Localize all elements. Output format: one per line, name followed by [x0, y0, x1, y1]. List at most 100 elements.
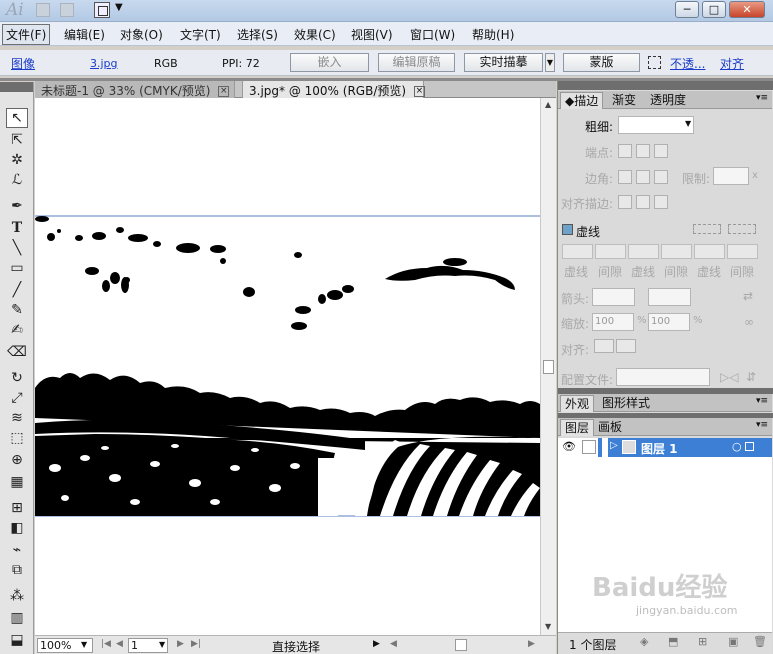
scroll-thumb[interactable] [543, 360, 554, 374]
new-layer-icon[interactable]: ▣ [728, 635, 738, 648]
limit-field[interactable] [713, 167, 749, 185]
panel-menu-icon[interactable]: ▾≡ [756, 420, 768, 430]
trash-icon[interactable]: 🗑 [753, 635, 767, 648]
close-button[interactable]: ✕ [729, 1, 765, 18]
magic-wand-tool-icon[interactable]: ✲ [6, 150, 28, 170]
bevel-join-icon[interactable] [654, 170, 668, 184]
clipping-mask-icon[interactable]: ⬒ [668, 635, 678, 648]
tab-3jpg[interactable]: 3.jpg* @ 100% (RGB/预览) × [242, 81, 425, 98]
eyedropper-tool-icon[interactable]: ⌁ [6, 540, 28, 560]
mask-button[interactable]: 蒙版 [563, 53, 640, 72]
weight-field[interactable] [618, 116, 694, 134]
butt-cap-icon[interactable] [618, 144, 632, 158]
traced-landscape-image[interactable] [35, 98, 540, 635]
weight-dropdown-icon[interactable]: ▼ [685, 119, 691, 128]
minimize-button[interactable]: ─ [675, 1, 699, 18]
shape-builder-tool-icon[interactable]: ⊕ [6, 450, 28, 470]
embed-button[interactable]: 嵌入 [290, 53, 369, 72]
scroll-left-icon[interactable]: ◀ [390, 639, 397, 649]
dashed-checkbox[interactable] [562, 224, 573, 235]
end-scale-field[interactable]: 100 [648, 313, 690, 331]
tools-panel-header[interactable] [0, 82, 33, 92]
artboard-canvas[interactable] [35, 98, 540, 635]
warp-tool-icon[interactable]: ≋ [6, 408, 28, 428]
end-arrow-select[interactable] [648, 288, 691, 306]
current-tool-label[interactable]: 直接选择 [272, 638, 320, 654]
scale-tool-icon[interactable]: ⤢ [6, 388, 28, 408]
flip-across-icon[interactable]: ⇵ [746, 370, 756, 384]
lasso-tool-icon[interactable]: ℒ [6, 170, 28, 190]
tab-stroke[interactable]: ◆描边 [560, 92, 604, 109]
selection-indicator-icon[interactable] [745, 442, 754, 451]
menu-help[interactable]: 帮助(H) [472, 26, 514, 43]
new-sublayer-icon[interactable]: ⊞ [698, 635, 707, 648]
gap-field-1[interactable] [595, 244, 626, 259]
prev-page-icon[interactable]: ◀ [116, 639, 123, 649]
start-scale-field[interactable]: 100 [592, 313, 634, 331]
bridge-icon[interactable] [36, 3, 50, 17]
dash-field-2[interactable] [628, 244, 659, 259]
align-outside-icon[interactable] [654, 195, 668, 209]
maximize-button[interactable]: □ [702, 1, 726, 18]
scroll-down-icon[interactable]: ▼ [545, 622, 551, 631]
gap-field-2[interactable] [661, 244, 692, 259]
profile-select[interactable] [616, 368, 710, 386]
expand-triangle-icon[interactable]: ▷ [610, 440, 618, 451]
zoom-dropdown-icon[interactable]: ▼ [81, 640, 87, 649]
blend-tool-icon[interactable]: ⧉ [6, 560, 28, 580]
start-arrow-select[interactable] [592, 288, 635, 306]
column-graph-tool-icon[interactable]: ▥ [6, 608, 28, 628]
scroll-right-icon[interactable]: ▶ [528, 639, 535, 649]
scroll-up-icon[interactable]: ▲ [545, 100, 551, 109]
tab-graphic-styles[interactable]: 图形样式 [598, 395, 654, 412]
locate-object-icon[interactable]: ◈ [640, 635, 648, 648]
menu-edit[interactable]: 编辑(E) [64, 26, 105, 43]
lock-toggle[interactable] [582, 440, 596, 454]
layer-selected-row[interactable]: ▷ 图层 1 ○ [608, 438, 772, 457]
hscroll-thumb[interactable] [455, 639, 467, 651]
opacity-link[interactable]: 不透... [670, 55, 705, 72]
align-dash-icon[interactable] [728, 224, 756, 234]
align-link[interactable]: 对齐 [720, 55, 744, 72]
menu-object[interactable]: 对象(O) [120, 26, 163, 43]
direct-selection-tool-icon[interactable]: ⇱ [6, 130, 28, 150]
align-inside-icon[interactable] [636, 195, 650, 209]
menu-file[interactable]: 文件(F) [2, 24, 51, 45]
tab-layers[interactable]: 图层 [560, 419, 595, 436]
transform-icon[interactable] [648, 56, 661, 69]
edit-original-button[interactable]: 编辑原稿 [378, 53, 455, 72]
menu-view[interactable]: 视图(V) [351, 26, 393, 43]
first-page-icon[interactable]: |◀ [101, 639, 111, 649]
gradient-tool-icon[interactable]: ◧ [6, 518, 28, 538]
projecting-cap-icon[interactable] [654, 144, 668, 158]
tab-untitled[interactable]: 未标题-1 @ 33% (CMYK/预览) × [35, 81, 235, 98]
flip-along-icon[interactable]: ▷◁ [720, 370, 738, 384]
rectangle-tool-icon[interactable]: ▭ [6, 258, 28, 278]
line-tool-icon[interactable]: ╲ [6, 238, 28, 258]
paintbrush-tool-icon[interactable]: ╱ [6, 280, 28, 300]
tab-artboards[interactable]: 画板 [594, 419, 626, 436]
perspective-grid-tool-icon[interactable]: ▦ [6, 472, 28, 492]
dash-field-1[interactable] [562, 244, 593, 259]
tab-gradient[interactable]: 渐变 [608, 92, 640, 109]
pencil-tool-icon[interactable]: ✎ [6, 300, 28, 320]
menu-effect[interactable]: 效果(C) [294, 26, 336, 43]
panel-menu-icon[interactable]: ▾≡ [756, 396, 768, 406]
miter-join-icon[interactable] [618, 170, 632, 184]
arrange-documents-icon[interactable] [94, 2, 110, 18]
arrow-tip-place-icon[interactable] [616, 339, 636, 353]
vertical-scrollbar[interactable]: ▲ ▼ [540, 98, 556, 635]
chevron-down-icon[interactable]: ▼ [115, 2, 123, 13]
round-cap-icon[interactable] [636, 144, 650, 158]
image-label[interactable]: 图像 [11, 55, 35, 72]
selection-tool-icon[interactable]: ↖ [6, 108, 28, 128]
arrow-tip-extend-icon[interactable] [594, 339, 614, 353]
layer-row[interactable]: 👁 ▷ 图层 1 ○ [558, 438, 772, 457]
blob-brush-tool-icon[interactable]: ✍ [6, 320, 28, 340]
filename-link[interactable]: 3.jpg [90, 57, 118, 70]
panel-menu-icon[interactable]: ▾≡ [756, 93, 768, 103]
mesh-tool-icon[interactable]: ⊞ [6, 498, 28, 518]
pen-tool-icon[interactable]: ✒ [6, 196, 28, 216]
tab-transparency[interactable]: 透明度 [646, 92, 690, 109]
next-page-icon[interactable]: ▶ [177, 639, 184, 649]
